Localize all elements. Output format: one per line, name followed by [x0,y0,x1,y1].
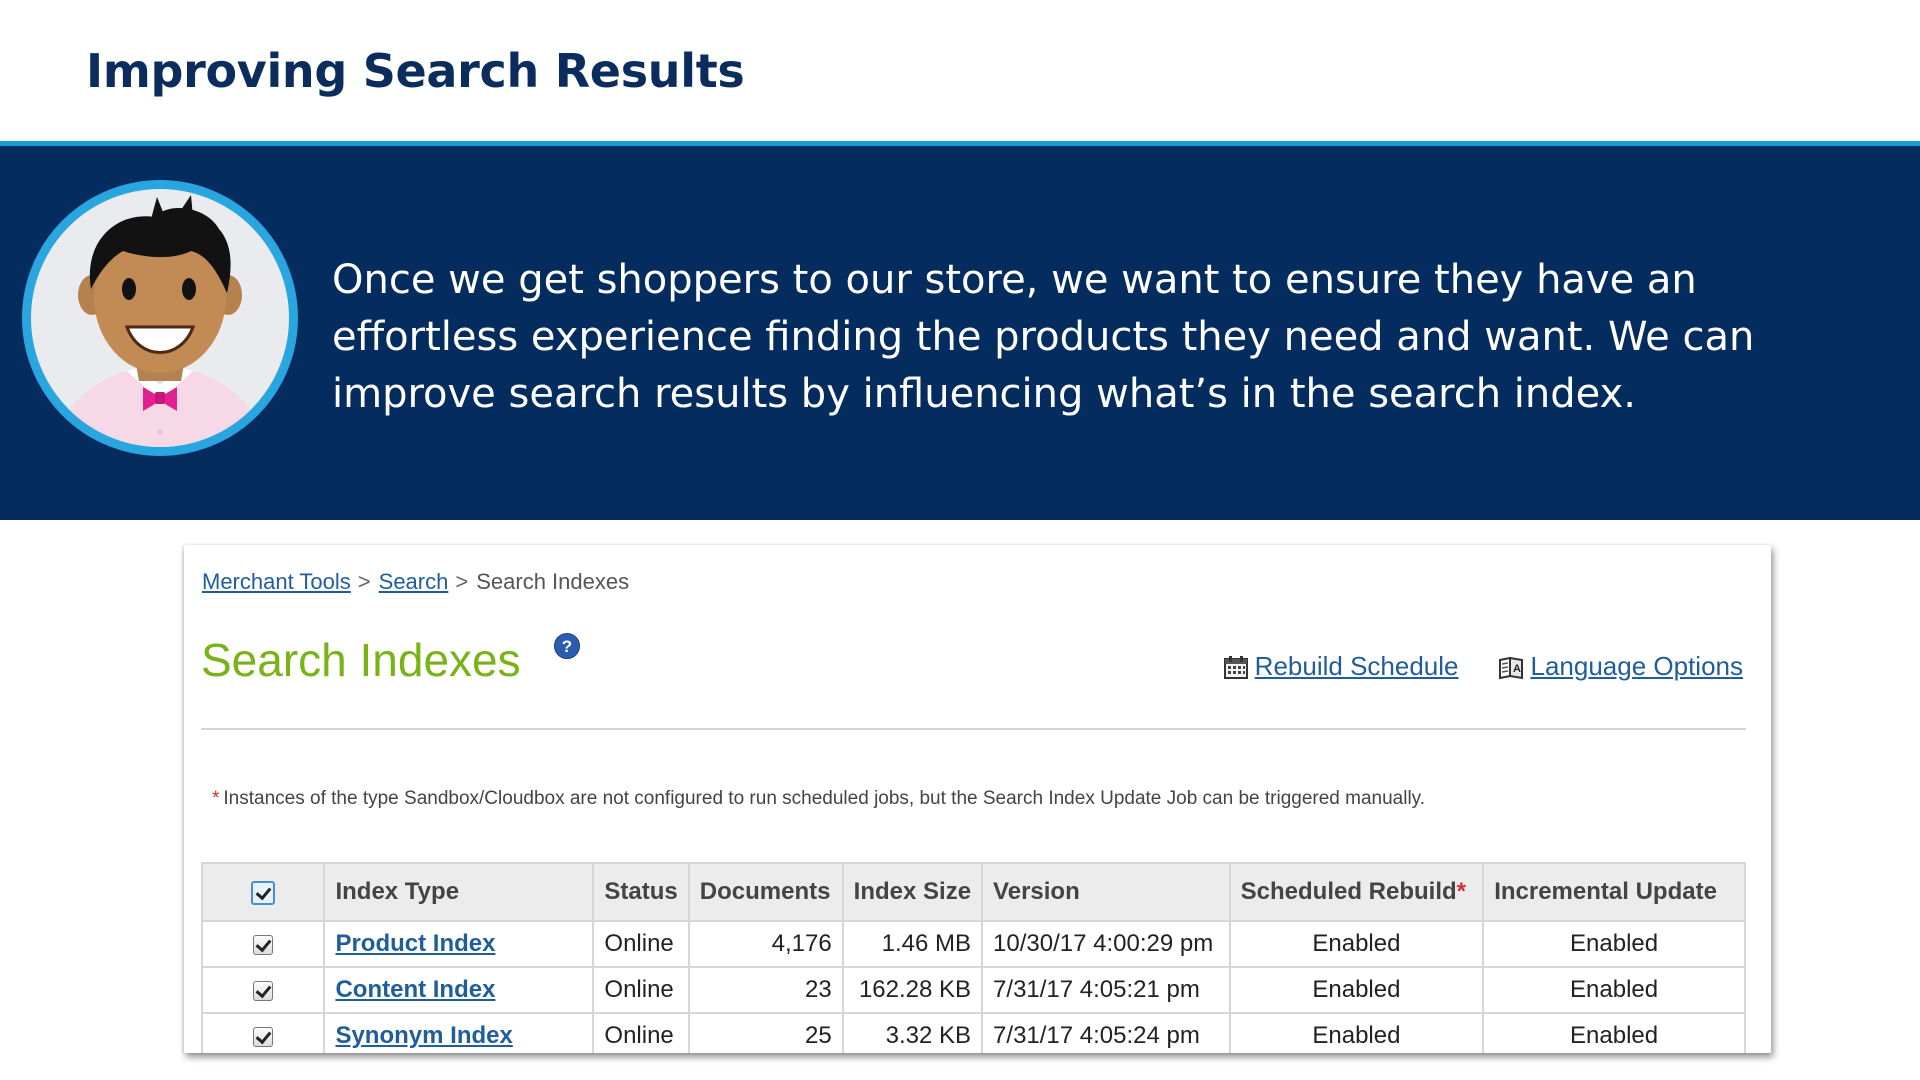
rebuild-schedule-link[interactable]: Rebuild Schedule [1223,651,1459,682]
sandbox-note: * Instances of the type Sandbox/Cloudbox … [212,788,1425,810]
incremental-update-cell: Enabled [1482,920,1746,968]
index-type-cell: Product Index [323,920,595,968]
index-size-cell: 1.46 MB [841,920,984,968]
row-checkbox[interactable] [253,980,274,1001]
row-select-cell [200,920,326,968]
row-select-cell [200,1012,326,1053]
page-title: Search Indexes [201,634,521,686]
scheduled-rebuild-cell: Enabled [1228,966,1485,1014]
avatar-illustration [51,195,269,447]
heading-divider [201,728,1746,730]
search-index-table: Index Type Status Documents Index Size V… [200,862,1746,1053]
version-cell: 7/31/17 4:05:21 pm [981,966,1231,1014]
documents-cell: 4,176 [687,920,844,968]
table-header-row: Index Type Status Documents Index Size V… [200,862,1746,922]
documents-cell: 25 [687,1012,844,1053]
breadcrumb-search[interactable]: Search [379,569,449,594]
breadcrumb-current: Search Indexes [476,569,630,594]
status-cell: Online [592,1012,690,1053]
index-type-link[interactable]: Synonym Index [335,1022,512,1049]
index-size-cell: 3.32 KB [841,1012,984,1053]
breadcrumb-merchant-tools[interactable]: Merchant Tools [202,569,351,594]
row-checkbox[interactable] [253,934,274,955]
column-documents[interactable]: Documents [687,862,844,922]
rebuild-schedule-label[interactable]: Rebuild Schedule [1255,651,1459,682]
documents-cell: 23 [687,966,844,1014]
column-incremental-update[interactable]: Incremental Update [1482,862,1746,922]
row-select-cell [200,966,326,1014]
language-book-icon: A [1499,656,1524,679]
status-cell: Online [592,920,690,968]
table-row: Product Index Online 4,176 1.46 MB 10/30… [200,920,1746,968]
column-scheduled-rebuild-label: Scheduled Rebuild [1240,878,1457,905]
index-type-link[interactable]: Product Index [335,930,495,957]
breadcrumb-separator: > [357,569,371,594]
select-all-header [200,862,326,922]
column-scheduled-rebuild[interactable]: Scheduled Rebuild* [1228,862,1485,922]
svg-text:A: A [1513,663,1521,675]
column-index-type[interactable]: Index Type [323,862,595,922]
version-cell: 10/30/17 4:00:29 pm [981,920,1231,968]
language-options-link[interactable]: A Language Options [1498,651,1743,682]
status-cell: Online [592,966,690,1014]
page-actions: Rebuild Schedule A Language Options [1223,651,1743,682]
required-star: * [212,788,220,809]
incremental-update-cell: Enabled [1482,966,1746,1014]
incremental-update-cell: Enabled [1482,1012,1746,1053]
column-status[interactable]: Status [592,862,690,922]
index-type-cell: Content Index [323,966,595,1014]
column-version[interactable]: Version [981,862,1231,922]
scheduled-rebuild-cell: Enabled [1228,920,1485,968]
intro-banner: Once we get shoppers to our store, we wa… [0,146,1920,520]
index-size-cell: 162.28 KB [841,966,984,1014]
scheduled-rebuild-cell: Enabled [1228,1012,1485,1053]
calendar-icon [1223,655,1248,679]
column-index-size[interactable]: Index Size [841,862,984,922]
table-row: Synonym Index Online 25 3.32 KB 7/31/17 … [200,1012,1746,1053]
language-options-label[interactable]: Language Options [1530,651,1743,682]
slide-title: Improving Search Results [86,44,745,98]
select-all-checkbox[interactable] [251,880,276,905]
breadcrumb: Merchant Tools > Search > Search Indexes [202,569,629,595]
intro-text: Once we get shoppers to our store, we wa… [332,257,1755,417]
sandbox-note-text: Instances of the type Sandbox/Cloudbox a… [223,788,1426,809]
breadcrumb-separator: > [455,569,469,594]
row-checkbox[interactable] [253,1026,274,1047]
required-star: * [1456,878,1467,905]
search-indexes-screenshot: Merchant Tools > Search > Search Indexes Sea… [184,545,1771,1053]
table-row: Content Index Online 23 162.28 KB 7/31/1… [200,966,1746,1014]
index-type-link[interactable]: Content Index [335,976,495,1003]
index-type-cell: Synonym Index [323,1012,595,1053]
help-icon[interactable]: ? [554,633,580,659]
avatar [22,180,298,456]
version-cell: 7/31/17 4:05:24 pm [981,1012,1231,1053]
